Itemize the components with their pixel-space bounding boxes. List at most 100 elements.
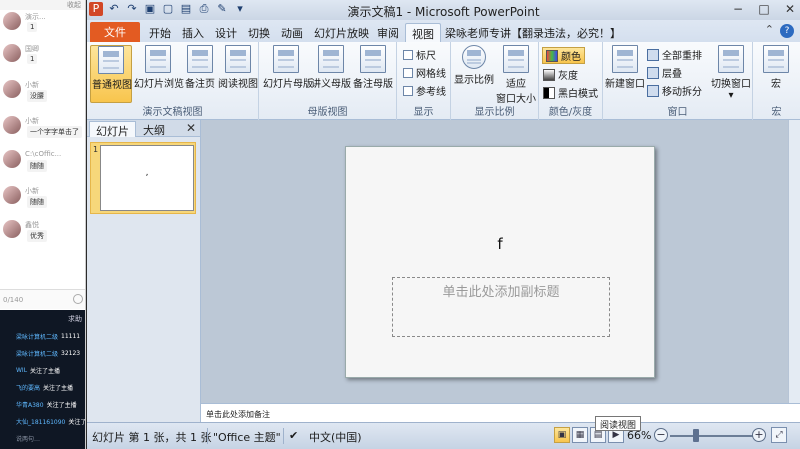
tab-teacher[interactable]: 梁咏老师专讲【翻录违法，必究！】 — [439, 23, 627, 42]
macros-button[interactable]: 宏 — [761, 45, 791, 90]
normal-view-button[interactable]: 普通视图 — [90, 45, 132, 103]
slide-sorter-button[interactable]: 幻灯片浏览 — [134, 45, 184, 90]
tab-slideshow[interactable]: 幻灯片放映 — [308, 23, 375, 42]
color-button[interactable]: 颜色 — [542, 47, 585, 64]
slide-title[interactable]: f — [346, 235, 654, 253]
fit-window-icon — [503, 45, 529, 73]
slide-master-button[interactable]: 幻灯片母版 — [263, 45, 313, 90]
slide-sorter-status-button[interactable]: ▦ — [572, 427, 588, 443]
zoom-button[interactable]: 显示比例 — [454, 45, 494, 86]
feed-item: 大仙_181161090 关注了 — [0, 413, 85, 430]
chat-collapse-label: 收起 — [67, 1, 81, 9]
feed-item: 飞的要高 关注了主播 — [0, 379, 85, 396]
macros-label: 宏 — [771, 79, 781, 90]
chat-username: 演示... — [25, 13, 46, 21]
feed-help[interactable]: 求助 — [0, 310, 85, 328]
handout-master-icon — [318, 45, 344, 73]
chat-username: C:\cOffic... — [25, 150, 62, 158]
tab-home[interactable]: 开始 — [143, 23, 177, 42]
chat-text: 1 — [27, 22, 38, 32]
checkbox-box — [403, 67, 413, 78]
chevron-down-icon: ▾ — [728, 90, 734, 101]
tab-insert[interactable]: 插入 — [176, 23, 210, 42]
avatar — [3, 44, 21, 62]
theme-name[interactable]: "Office 主题" — [213, 429, 281, 445]
zoom-out-button[interactable]: − — [654, 428, 668, 442]
zoom-in-button[interactable]: + — [752, 428, 766, 442]
arrange-all-button[interactable]: 全部重排 — [647, 47, 702, 62]
guides-checkbox[interactable]: 参考线 — [403, 83, 446, 98]
status-divider — [283, 428, 284, 444]
group-presentation-views: 普通视图 幻灯片浏览 备注页 阅读视图 演示文稿视图 — [87, 42, 259, 120]
slide-sorter-label: 幻灯片浏览 — [134, 79, 184, 90]
grayscale-button[interactable]: 灰度 — [543, 67, 578, 82]
notes-page-button[interactable]: 备注页 — [184, 45, 216, 90]
normal-view-label: 普通视图 — [92, 80, 132, 91]
move-split-label: 移动拆分 — [662, 87, 702, 98]
group-label: 窗口 — [667, 107, 688, 118]
switch-window-button[interactable]: 切换窗口 ▾ — [711, 45, 751, 101]
chat-input[interactable]: 0/140 — [0, 289, 85, 309]
slides-pane: 幻灯片 大纲 ✕ 1 , — [87, 120, 201, 422]
help-icon[interactable]: ? — [780, 24, 794, 38]
minimize-button[interactable]: − — [732, 2, 744, 16]
new-window-button[interactable]: 新建窗口 — [605, 45, 645, 90]
handout-master-button[interactable]: 讲义母版 — [311, 45, 351, 90]
notes-master-label: 备注母版 — [353, 79, 393, 90]
notes-page-icon — [187, 45, 213, 73]
tab-animations[interactable]: 动画 — [275, 23, 309, 42]
tab-transitions[interactable]: 切换 — [242, 23, 276, 42]
fit-to-window-button[interactable]: 适应 窗口大小 — [496, 45, 536, 105]
gridlines-checkbox[interactable]: 网格线 — [403, 65, 446, 80]
chat-message: 国卿 1 — [3, 44, 83, 66]
slide-canvas[interactable]: f 单击此处添加副标题 — [345, 146, 655, 378]
tab-slides[interactable]: 幻灯片 — [89, 121, 136, 138]
reading-view-button[interactable]: 阅读视图 — [218, 45, 258, 90]
close-pane-icon[interactable]: ✕ — [186, 121, 196, 135]
cascade-icon — [647, 66, 659, 79]
minimize-ribbon-icon[interactable]: ⌃ — [765, 23, 774, 36]
subtitle-placeholder[interactable]: 单击此处添加副标题 — [392, 277, 610, 337]
move-split-icon — [647, 84, 659, 97]
color-icon — [546, 49, 558, 62]
emoji-icon[interactable] — [73, 294, 83, 304]
avatar — [3, 220, 21, 238]
ruler-checkbox[interactable]: 标尺 — [403, 47, 436, 62]
notes-master-button[interactable]: 备注母版 — [353, 45, 393, 90]
chat-text: 随随 — [27, 196, 47, 208]
notes-pane[interactable]: 单击此处添加备注 — [201, 403, 800, 422]
feed-item: 梁咏计算机二级 32123 — [0, 345, 85, 362]
arrange-all-label: 全部重排 — [662, 51, 702, 62]
avatar — [3, 150, 21, 168]
maximize-button[interactable]: □ — [758, 2, 770, 16]
tab-view[interactable]: 视图 — [405, 23, 441, 42]
ribbon: 普通视图 幻灯片浏览 备注页 阅读视图 演示文稿视图 幻灯片母版 讲义母版 备注… — [87, 42, 800, 120]
zoom-magnifier-icon — [462, 45, 486, 69]
group-label: 颜色/灰度 — [548, 107, 593, 118]
tab-file[interactable]: 文件 — [90, 22, 140, 42]
group-label: 母版视图 — [307, 107, 348, 118]
chat-collapse[interactable]: 收起 — [0, 0, 85, 10]
tab-design[interactable]: 设计 — [209, 23, 243, 42]
tab-review[interactable]: 审阅 — [371, 23, 405, 42]
tab-outline[interactable]: 大纲 — [137, 121, 171, 137]
chat-message: 鑫悦 优秀 — [3, 220, 83, 242]
black-white-button[interactable]: 黑白模式 — [543, 85, 598, 100]
vertical-scrollbar[interactable] — [788, 120, 800, 403]
normal-view-status-button[interactable]: ▣ — [554, 427, 570, 443]
language[interactable]: 中文(中国) — [309, 429, 362, 445]
spellcheck-icon[interactable]: ✔ — [289, 429, 298, 442]
slide-thumbnail-selected[interactable]: 1 , — [90, 142, 196, 214]
status-bar: 幻灯片 第 1 张，共 1 张 "Office 主题" ✔ 中文(中国) ▣ ▦… — [87, 422, 800, 449]
cascade-label: 层叠 — [662, 69, 682, 80]
feed-text: 关注了主播 — [46, 402, 77, 409]
slide-thumbnail[interactable]: , — [100, 145, 194, 211]
zoom-slider-thumb[interactable] — [693, 429, 699, 442]
cascade-button[interactable]: 层叠 — [647, 65, 682, 80]
close-button[interactable]: ✕ — [784, 2, 796, 16]
zoom-slider[interactable] — [670, 435, 760, 437]
slide-master-label: 幻灯片母版 — [263, 79, 313, 90]
fit-slide-button[interactable]: ⤢ — [771, 427, 787, 443]
feed-input[interactable]: 说两句… — [0, 430, 85, 447]
move-split-button[interactable]: 移动拆分 — [647, 83, 702, 98]
